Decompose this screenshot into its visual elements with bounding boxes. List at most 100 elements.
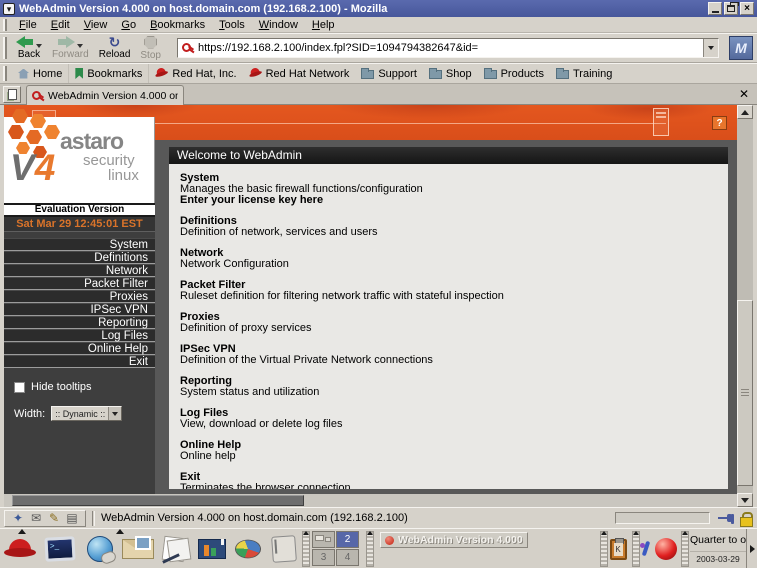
window-titlebar[interactable]: ▾ WebAdmin Version 4.000 on host.domain.…: [0, 0, 757, 17]
scroll-down-button[interactable]: [737, 493, 753, 507]
impress-launcher[interactable]: [194, 533, 230, 565]
section-title[interactable]: System: [180, 173, 728, 183]
section-title[interactable]: IPSec VPN: [180, 344, 728, 354]
horizontal-scroll-thumb[interactable]: [12, 495, 304, 506]
menu-go[interactable]: Go: [114, 19, 143, 31]
mozilla-task-icon: [385, 536, 394, 545]
section-title[interactable]: Online Help: [180, 440, 728, 450]
menu-tools[interactable]: Tools: [212, 19, 252, 31]
calc-launcher[interactable]: [230, 533, 266, 565]
panel-hide-button[interactable]: [746, 529, 757, 568]
forward-button[interactable]: Forward: [48, 35, 93, 61]
bookmark-home[interactable]: Home: [12, 64, 69, 83]
browser-launcher[interactable]: [82, 533, 118, 565]
url-history-dropdown[interactable]: [703, 39, 718, 57]
online-plug-icon[interactable]: [718, 512, 734, 524]
sidebar-item-online-help[interactable]: Online Help: [4, 342, 155, 355]
panel-handle[interactable]: [681, 531, 689, 567]
tab-list-button[interactable]: [3, 86, 21, 103]
menu-help[interactable]: Help: [305, 19, 342, 31]
scroll-up-button[interactable]: [737, 105, 753, 119]
sidebar-item-exit[interactable]: Exit: [4, 355, 155, 368]
lock-icon[interactable]: [740, 512, 751, 525]
addressbook-icon[interactable]: ▤: [63, 511, 81, 526]
terminal-launcher[interactable]: >_: [42, 533, 78, 565]
panel-handle[interactable]: [366, 531, 374, 567]
vertical-scrollbar[interactable]: [737, 105, 753, 507]
workspace-2[interactable]: 2: [336, 531, 359, 548]
section-title[interactable]: Log Files: [180, 408, 728, 418]
clock-applet[interactable]: Quarter to one 2003-03-29: [690, 531, 746, 567]
width-select[interactable]: :: Dynamic ::: [51, 406, 122, 421]
brand-name: astaro: [60, 131, 123, 151]
reload-button[interactable]: ↻ Reload: [95, 35, 135, 61]
workspace-3[interactable]: 3: [312, 549, 335, 566]
mozilla-throbber[interactable]: M: [729, 36, 753, 60]
sidebar-item-system[interactable]: System: [4, 238, 155, 251]
alert-applet[interactable]: [652, 533, 680, 565]
sidebar-item-network[interactable]: Network: [4, 264, 155, 277]
workspace-1[interactable]: [312, 531, 335, 548]
section-title[interactable]: Network: [180, 248, 728, 258]
bookmark-training[interactable]: Training: [550, 64, 618, 83]
back-dropdown-icon[interactable]: [36, 44, 42, 48]
url-input[interactable]: https://192.168.2.100/index.fpl?SID=1094…: [198, 42, 703, 54]
brand-tagline-1: security: [83, 154, 135, 168]
writer-launcher[interactable]: [157, 533, 193, 565]
menu-view[interactable]: View: [77, 19, 115, 31]
section-title[interactable]: Exit: [180, 472, 728, 482]
close-button[interactable]: ×: [740, 2, 754, 15]
sidebar-item-definitions[interactable]: Definitions: [4, 251, 155, 264]
bookmark-redhat-network[interactable]: Red Hat Network: [243, 64, 356, 83]
clock-time: Quarter to one: [690, 534, 746, 547]
clipboard-applet[interactable]: [606, 533, 630, 565]
bookmark-redhat-inc[interactable]: Red Hat, Inc.: [149, 64, 242, 83]
menu-edit[interactable]: Edit: [44, 19, 77, 31]
tab-close-button[interactable]: ✕: [739, 87, 749, 101]
toolbar-grippy[interactable]: [3, 37, 7, 59]
pen-applet[interactable]: [638, 533, 652, 565]
back-button[interactable]: Back: [12, 35, 46, 61]
menu-bookmarks[interactable]: Bookmarks: [143, 19, 212, 31]
menu-window[interactable]: Window: [252, 19, 305, 31]
menu-file[interactable]: File: [12, 19, 44, 31]
sidebar-item-ipsec-vpn[interactable]: IPSec VPN: [4, 303, 155, 316]
bookmarks-grippy[interactable]: [3, 66, 7, 81]
forward-dropdown-icon[interactable]: [77, 44, 83, 48]
sidebar-item-log-files[interactable]: Log Files: [4, 329, 155, 342]
window-list-button[interactable]: WebAdmin Version 4.000 o...: [380, 532, 528, 548]
bookmark-shop[interactable]: Shop: [423, 64, 478, 83]
hide-tooltips-checkbox[interactable]: [14, 382, 25, 393]
vertical-scroll-thumb[interactable]: [737, 300, 753, 486]
license-key-link[interactable]: Enter your license key here: [180, 195, 728, 205]
maximize-button[interactable]: [724, 2, 738, 15]
url-bar[interactable]: https://192.168.2.100/index.fpl?SID=1094…: [177, 38, 719, 58]
workspace-4[interactable]: 4: [336, 549, 359, 566]
section-title[interactable]: Reporting: [180, 376, 728, 386]
mail-icon[interactable]: ✉: [27, 511, 45, 526]
composer-icon[interactable]: ✎: [45, 511, 63, 526]
help-button[interactable]: ?: [712, 116, 727, 130]
minimize-button[interactable]: [708, 2, 722, 15]
sidebar-item-reporting[interactable]: Reporting: [4, 316, 155, 329]
section-title[interactable]: Proxies: [180, 312, 728, 322]
menubar-grippy[interactable]: [3, 19, 7, 31]
main-content: Welcome to WebAdmin System Manages the b…: [155, 140, 737, 494]
mail-launcher[interactable]: [120, 533, 156, 565]
main-menu-launcher[interactable]: [2, 533, 38, 565]
bookmark-products[interactable]: Products: [478, 64, 550, 83]
calculator-launcher[interactable]: [266, 533, 302, 565]
bookmark-bookmarks[interactable]: Bookmarks: [69, 64, 149, 83]
hexagon-art: [26, 130, 42, 144]
section-title[interactable]: Packet Filter: [180, 280, 728, 290]
sidebar-item-packet-filter[interactable]: Packet Filter: [4, 277, 155, 290]
tab-webadmin[interactable]: WebAdmin Version 4.000 on host.do...: [26, 85, 184, 105]
horizontal-scrollbar[interactable]: [4, 494, 737, 507]
section-title[interactable]: Definitions: [180, 216, 728, 226]
bookmark-support[interactable]: Support: [355, 64, 423, 83]
stop-button[interactable]: Stop: [136, 35, 165, 62]
panel-handle[interactable]: [302, 531, 310, 567]
navigator-icon[interactable]: ✦: [9, 511, 27, 526]
select-dropdown-button[interactable]: [108, 407, 121, 420]
sidebar-item-proxies[interactable]: Proxies: [4, 290, 155, 303]
